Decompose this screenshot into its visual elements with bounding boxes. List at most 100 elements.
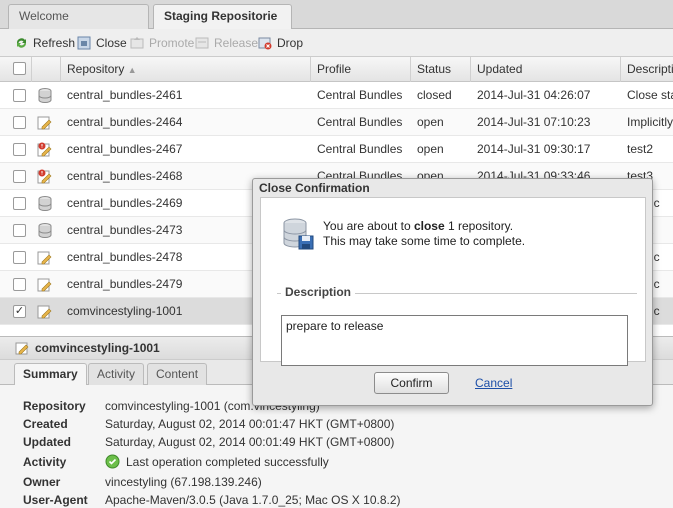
row-checkbox[interactable] [13, 170, 26, 183]
detail-value-activity: Last operation completed successfully [126, 455, 329, 469]
detail-title: comvincestyling-1001 [35, 341, 160, 355]
drop-icon [258, 37, 272, 50]
drop-button[interactable]: Drop [258, 35, 303, 51]
row-checkbox[interactable] [13, 143, 26, 156]
cell-repository: central_bundles-2467 [67, 142, 183, 156]
closed-repo-icon [37, 195, 53, 212]
error-repo-icon [37, 168, 53, 185]
message-action: close [413, 219, 445, 233]
detail-label-user-agent: User-Agent [23, 493, 88, 507]
tab-bar: Welcome Staging Repositorie× [0, 0, 673, 44]
closed-repo-icon [37, 222, 53, 239]
row-checkbox[interactable] [13, 251, 26, 264]
cell-repository: central_bundles-2464 [67, 115, 183, 129]
row-checkbox[interactable] [13, 224, 26, 237]
release-icon [195, 37, 209, 49]
detail-value-user-agent: Apache-Maven/3.0.5 (Java 1.7.0_25; Mac O… [105, 493, 401, 507]
confirm-button[interactable]: Confirm [374, 372, 449, 394]
table-row[interactable]: central_bundles-2461 Central Bundles close… [0, 82, 673, 109]
tab-activity-label: Activity [97, 367, 136, 381]
dialog-message: You are about to close 1 repository. Thi… [323, 219, 525, 249]
row-checkbox[interactable] [13, 278, 26, 291]
column-header-status[interactable]: Status [411, 57, 471, 82]
column-header-updated[interactable]: Updated [471, 57, 621, 82]
detail-value-owner: vincestyling (67.198.139.246) [105, 475, 262, 489]
column-description-label: Description [627, 62, 673, 76]
tab-activity[interactable]: Activity [88, 363, 145, 385]
tab-content[interactable]: Content [147, 363, 208, 385]
column-profile-label: Profile [317, 62, 352, 76]
open-repo-icon [37, 276, 53, 293]
detail-value-created: Saturday, August 02, 2014 00:01:47 HKT (… [105, 417, 395, 431]
error-repo-icon [37, 141, 53, 158]
cell-description: Close sta [627, 88, 673, 102]
description-legend: Description [281, 285, 356, 299]
refresh-label: Refresh [33, 36, 76, 50]
row-checkbox[interactable] [13, 197, 26, 210]
success-check-icon [105, 454, 120, 469]
column-repository-label: Repository [67, 62, 125, 76]
message-suffix: 1 repository. [444, 219, 514, 233]
open-repo-icon [15, 342, 29, 355]
tab-welcome-label: Welcome [19, 9, 69, 23]
row-checkbox[interactable]: ✓ [13, 305, 26, 318]
toolbar: Refresh Close Promote Release Drop [0, 29, 673, 57]
row-checkbox[interactable] [13, 116, 26, 129]
detail-label-repository: Repository [23, 399, 86, 413]
drop-label: Drop [277, 36, 304, 50]
promote-button[interactable]: Promote [130, 35, 194, 51]
column-header-profile[interactable]: Profile [311, 57, 411, 82]
column-updated-label: Updated [477, 62, 523, 76]
release-button[interactable]: Release [195, 35, 258, 51]
refresh-button[interactable]: Refresh [14, 35, 75, 51]
dialog-title: Close Confirmation [259, 181, 370, 195]
tab-content-label: Content [156, 367, 199, 381]
cell-profile: Central Bundles [317, 115, 403, 129]
repository-database-icon [283, 218, 314, 250]
tab-staging-label: Staging Repositorie [164, 9, 278, 23]
open-repo-icon [37, 249, 53, 266]
close-button[interactable]: Close [77, 35, 127, 51]
open-repo-icon [37, 114, 53, 131]
cancel-link[interactable]: Cancel [475, 376, 512, 390]
cell-status: open [417, 142, 444, 156]
cell-status: open [417, 115, 444, 129]
open-repo-icon [37, 303, 53, 320]
icon-column-header [32, 57, 61, 82]
message-line2: This may take some time to complete. [323, 234, 526, 248]
table-row[interactable]: central_bundles-2464 Central Bundles open 2… [0, 109, 673, 136]
column-header-repository[interactable]: Repository ▲ [61, 57, 311, 82]
cell-description: Implicitly c [627, 115, 673, 129]
select-all-column [0, 57, 32, 82]
column-status-label: Status [417, 62, 452, 76]
tab-summary[interactable]: Summary [14, 363, 87, 386]
description-textarea[interactable]: prepare to release [281, 315, 628, 366]
row-checkbox[interactable] [13, 89, 26, 102]
cell-profile: Central Bundles [317, 88, 403, 102]
sort-ascending-icon: ▲ [127, 65, 137, 75]
confirm-label: Confirm [390, 376, 433, 390]
detail-value-updated: Saturday, August 02, 2014 00:01:49 HKT (… [105, 435, 395, 449]
select-all-checkbox[interactable] [13, 62, 26, 75]
detail-label-activity: Activity [23, 455, 67, 469]
close-label: Close [96, 36, 127, 50]
promote-icon [130, 37, 144, 49]
detail-label-created: Created [23, 417, 68, 431]
refresh-icon [16, 38, 27, 48]
cell-repository: central_bundles-2461 [67, 88, 183, 102]
closed-repo-icon [37, 87, 53, 104]
cell-updated: 2014-Jul-31 07:10:23 [477, 115, 591, 129]
detail-label-owner: Owner [23, 475, 61, 489]
detail-label-updated: Updated [23, 435, 71, 449]
close-repo-icon [77, 36, 91, 50]
release-label: Release [214, 36, 259, 50]
cell-updated: 2014-Jul-31 04:26:07 [477, 88, 591, 102]
dialog-body: You are about to close 1 repository. Thi… [260, 197, 646, 366]
cell-profile: Central Bundles [317, 142, 403, 156]
table-row[interactable]: central_bundles-2467 Central Bundles open 2… [0, 136, 673, 163]
tab-staging-repositories[interactable]: Staging Repositorie× [153, 4, 292, 44]
tab-welcome[interactable]: Welcome [8, 4, 149, 29]
close-confirmation-dialog: Close Confirmation You are about to clos… [252, 178, 653, 406]
column-header-description[interactable]: Description [621, 57, 673, 82]
tab-summary-label: Summary [23, 367, 78, 381]
